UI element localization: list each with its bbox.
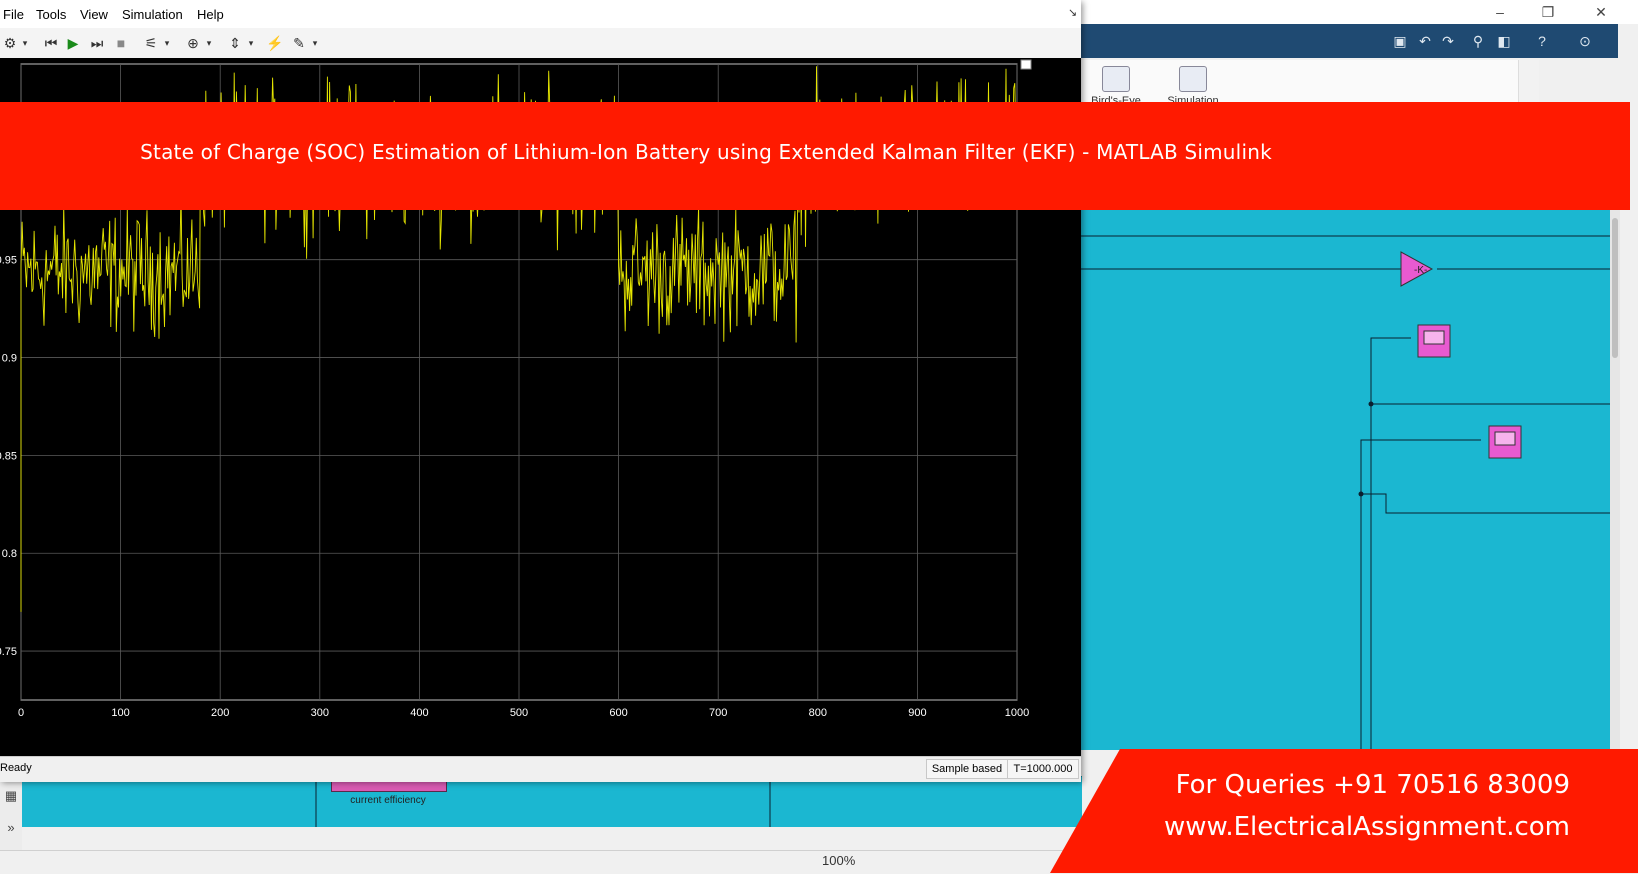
layout-icon[interactable]: ◧ (1495, 33, 1513, 49)
chevron-down-icon[interactable]: ▾ (246, 34, 256, 52)
y-tick-label: 0.95 (0, 255, 17, 267)
y-tick-label: 0.85 (0, 450, 17, 462)
zoom-in-icon[interactable]: ⊕ (184, 34, 202, 52)
redo-icon[interactable]: ↷ (1439, 33, 1457, 49)
options-icon[interactable]: ⊙ (1576, 33, 1594, 49)
x-tick-label: 200 (211, 707, 229, 719)
step-back-icon[interactable]: ⏮ (42, 34, 60, 52)
highlight-icon[interactable]: ⚟ (142, 34, 160, 52)
model-diagram: -K- (1081, 235, 1610, 758)
ribbon-scroll-button[interactable] (1518, 60, 1539, 106)
contact-phone: For Queries +91 70516 83009 (1175, 770, 1570, 800)
signal-line (1370, 337, 1411, 758)
scope-screen-icon (1423, 330, 1445, 345)
settings-gear-icon[interactable]: ⚙ (2, 34, 18, 52)
chevron-down-icon[interactable]: ▾ (20, 34, 30, 52)
scope-statusbar (0, 756, 1081, 782)
scope-toolbar: ⚙ ▾ ⏮ ▶ ⏭ ■ ⚟ ▾ ⊕ ▾ ⇕ ▾ ⚡ ✎ ▾ (0, 28, 1081, 59)
minimize-icon[interactable]: – (1485, 2, 1515, 22)
triggers-icon[interactable]: ⚡ (266, 34, 284, 52)
image-icon[interactable]: ▦ (3, 788, 19, 804)
undo-icon[interactable]: ↶ (1416, 33, 1434, 49)
x-tick-label: 700 (709, 707, 727, 719)
simulation-button[interactable]: Simulation (1158, 66, 1228, 107)
contact-background (1050, 749, 1638, 873)
menu-tools[interactable]: Tools (36, 7, 66, 22)
scale-axes-icon[interactable]: ⇕ (226, 34, 244, 52)
simulation-grid-icon (1179, 66, 1207, 92)
contact-panel (1050, 749, 1638, 873)
status-sample-based: Sample based (926, 759, 1008, 779)
chevron-down-icon[interactable]: ▾ (204, 34, 214, 52)
chevron-down-icon[interactable]: ▾ (162, 34, 172, 52)
model-diagram-lower (315, 777, 771, 827)
menu-help[interactable]: Help (197, 7, 224, 22)
run-icon[interactable]: ▶ (64, 34, 82, 52)
menu-view[interactable]: View (80, 7, 108, 22)
current-efficiency-label: current efficiency (350, 795, 426, 806)
x-tick-label: 300 (311, 707, 329, 719)
step-forward-icon[interactable]: ⏭ (88, 34, 106, 52)
stop-icon[interactable]: ■ (112, 34, 130, 52)
chevron-down-icon[interactable]: ▾ (310, 34, 320, 52)
x-tick-label: 900 (908, 707, 926, 719)
contact-website: www.ElectricalAssignment.com (1163, 812, 1570, 842)
model-canvas[interactable]: -K- (1081, 208, 1610, 758)
scope-screen-icon (1494, 431, 1516, 446)
measurements-icon[interactable]: ✎ (290, 34, 308, 52)
menu-file[interactable]: File (3, 7, 24, 22)
help-icon[interactable]: ? (1533, 33, 1551, 49)
status-ready: Ready (0, 762, 32, 774)
birds-eye-icon (1102, 66, 1130, 92)
zoom-level: 100% (822, 853, 856, 868)
x-tick-label: 1000 (1005, 707, 1029, 719)
simulink-ribbon: Bird's-Eye Simulation (1081, 60, 1538, 107)
quick-access-toolbar: ▣ ↶ ↷ ⚲ ◧ ? ⊙ (1081, 24, 1618, 58)
birds-eye-button[interactable]: Bird's-Eye (1081, 66, 1151, 107)
simulink-titlebar: – ❐ ✕ (1081, 0, 1638, 24)
y-tick-label: 0.9 (2, 353, 17, 365)
close-icon[interactable]: ✕ (1586, 2, 1616, 22)
canvas-scroll-thumb[interactable] (1612, 218, 1618, 358)
menu-simulation[interactable]: Simulation (122, 7, 183, 22)
undock-arrow-icon[interactable]: ↘ (1068, 6, 1077, 19)
y-tick-label: 0.75 (0, 646, 17, 658)
branch-point (1368, 401, 1374, 407)
model-canvas-lower[interactable] (22, 776, 1082, 827)
x-tick-label: 500 (510, 707, 528, 719)
search-icon[interactable]: ⚲ (1469, 33, 1487, 49)
x-tick-label: 400 (410, 707, 428, 719)
left-palette: ▦ » (0, 776, 22, 850)
signal-line (1361, 493, 1610, 514)
banner-title: State of Charge (SOC) Estimation of Lith… (140, 140, 1272, 164)
expand-icon[interactable]: » (3, 820, 19, 836)
x-tick-label: 0 (18, 707, 24, 719)
x-tick-label: 100 (111, 707, 129, 719)
x-tick-label: 800 (809, 707, 827, 719)
x-tick-label: 600 (609, 707, 627, 719)
signal-line (1360, 439, 1481, 758)
restore-icon[interactable]: ❐ (1533, 2, 1563, 22)
axes-menu-icon (1020, 59, 1032, 70)
branch-point (1358, 491, 1364, 497)
y-tick-label: 0.8 (2, 548, 17, 560)
gain-label: -K- (1414, 265, 1427, 276)
scope-menubar: File Tools View Simulation Help ↘ (0, 0, 1081, 28)
save-icon[interactable]: ▣ (1391, 33, 1409, 49)
